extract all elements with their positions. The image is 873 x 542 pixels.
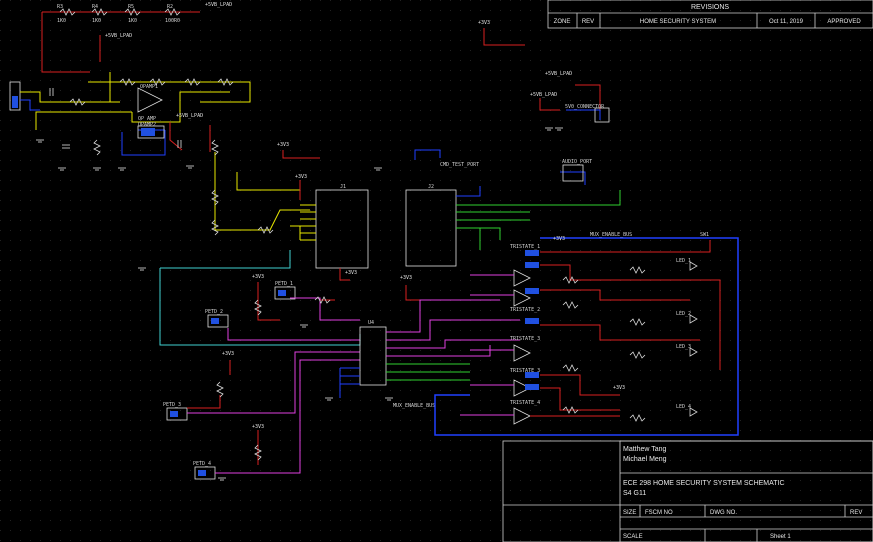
power-5v-top: +5VB_LPAD [205,2,232,8]
power-5v-mid: +5VB_LPAD [105,33,132,39]
drawing-title: ECE 298 HOME SECURITY SYSTEM SCHEMATIC [623,480,785,487]
power-3v3-led: +3V3 [553,236,565,242]
tristate2-label: TRISTATE_2 [510,307,540,313]
grid-background [0,0,873,542]
audio-port-label: AUDIO_PORT [562,159,592,165]
pir4-label: PETD_4 [193,461,211,467]
zone-label: ZONE [554,19,571,25]
author-1: Matthew Tang [623,446,667,453]
tristate3a-label: TRISTATE_3 [510,336,540,342]
scale-label: SCALE [623,534,643,540]
rev-col-label: REV [850,510,862,516]
pir3-label: PETD_3 [163,402,181,408]
led4-label: LED_4 [676,404,691,410]
rev-label: REV [582,19,594,25]
bus-label-bottom: MUX_ENABLE_BUS [393,403,435,409]
power-3v3-j1: +3V3 [277,142,289,148]
power-3v3-j1b: +3V3 [295,174,307,180]
bus-label-top: MUX_ENABLE_BUS [590,232,632,238]
r2-value: 100R0 [165,18,180,24]
j2-label: J2 [428,184,434,190]
r5-value: 1K0 [128,18,137,24]
power-3v3-pir3: +3V3 [222,351,234,357]
power-5v-conn-b: +5VB_LPAD [530,92,557,98]
sw1-label: SW1 [700,232,709,238]
r3-value: 1K0 [57,18,66,24]
r4-value: 1K0 [92,18,101,24]
led2-label: LED_2 [676,311,691,317]
fscm-label: FSCM NO [645,510,673,516]
power-3v3-led4: +3V3 [613,385,625,391]
group-label: S4 G11 [623,490,646,497]
size-label: SIZE [623,510,636,516]
power-3v3-top: +3V3 [478,20,490,26]
author-2: Michael Meng [623,456,667,463]
power-5v-conn-a: +5VB_LPAD [545,71,572,77]
r2-label: R2 [167,4,173,10]
power-3v3-u4: +3V3 [400,275,412,281]
cmd-test-port-label: CMD_TEST_PORT [440,162,479,168]
led3-label: LED_3 [676,344,691,350]
power-3v3-j1c: +3V3 [345,270,357,276]
power-5v-amp: +5VB_LPAD [176,113,203,119]
r4-label: R4 [92,4,98,10]
rev-description: HOME SECURITY SYSTEM [640,19,716,25]
dwg-label: DWG NO. [710,510,737,516]
r5-label: R5 [128,4,134,10]
opamp2-label: OPAMP2 [138,122,156,128]
schematic-canvas: REVISIONS ZONE REV HOME SECURITY SYSTEM … [0,0,873,542]
sheet-label: Sheet 1 [770,534,791,540]
tristate4-label: TRISTATE_4 [510,400,540,406]
connector-5v-label: 5V0_CONNECTOR [565,104,605,110]
u4-label: U4 [368,320,374,326]
r3-label: R3 [57,4,63,10]
opamp1-label: OPAMP1 [140,84,158,90]
pir2-label: PETD_2 [205,309,223,315]
pir1-label: PETD_1 [275,281,293,287]
j1-label: J1 [340,184,346,190]
schematic-drawing: REVISIONS ZONE REV HOME SECURITY SYSTEM … [0,0,873,542]
revisions-header: REVISIONS [691,4,729,11]
rev-date: Oct 11, 2019 [769,19,804,25]
led1-label: LED_1 [676,258,691,264]
power-3v3-pir1: +3V3 [252,274,264,280]
power-3v3-pir4: +3V3 [252,424,264,430]
rev-status: APPROVED [827,19,861,25]
tristate1-label: TRISTATE_1 [510,244,540,250]
